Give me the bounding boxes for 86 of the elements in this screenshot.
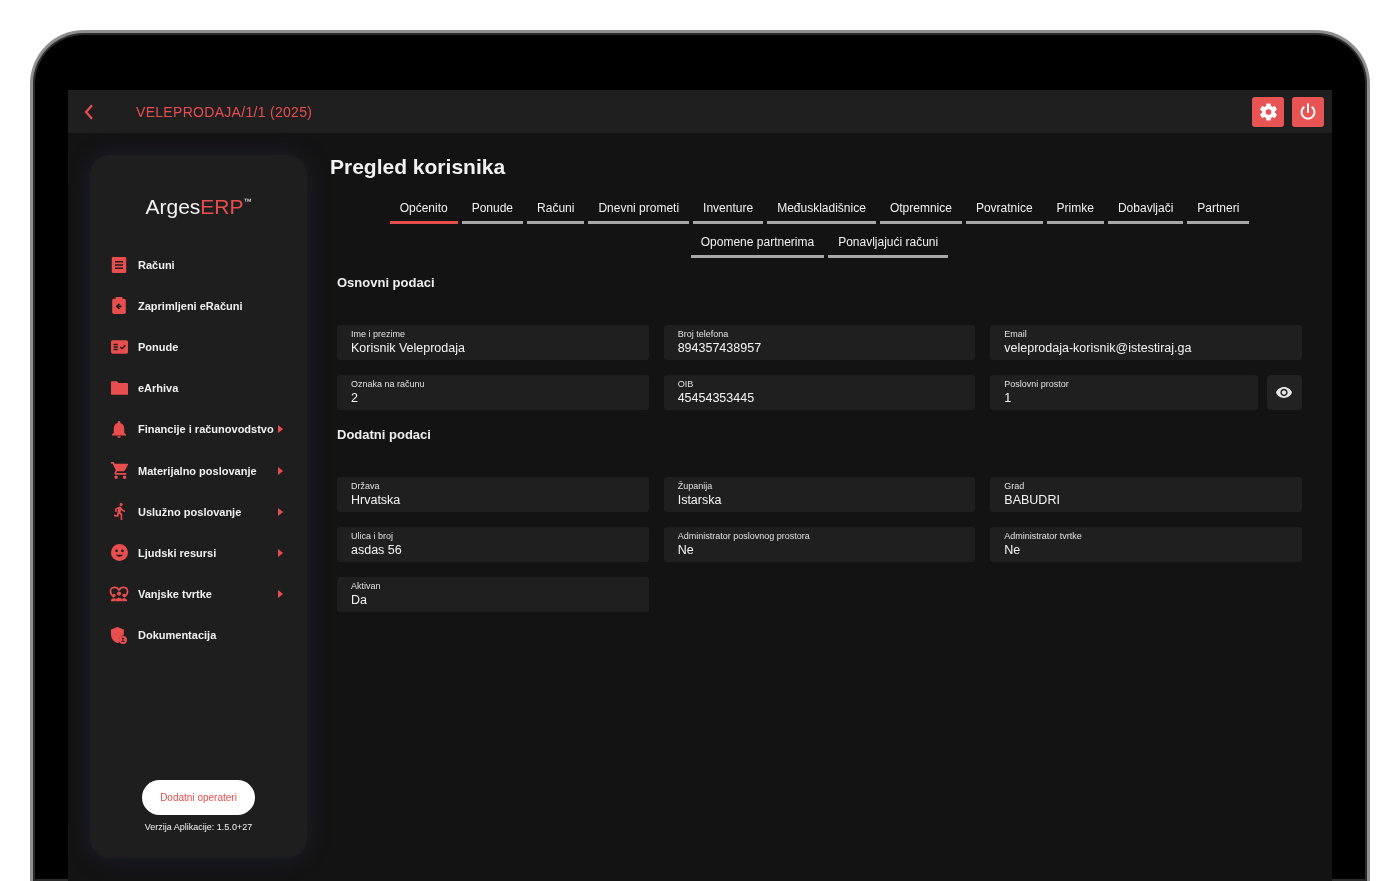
smiley-icon xyxy=(110,544,128,562)
nav-item[interactable]: Financije i računovodstvo xyxy=(90,408,307,450)
field-value: Istarska xyxy=(677,492,723,508)
nav-item[interactable]: Vanjske tvrtke xyxy=(90,573,307,615)
nav-item[interactable]: Zaprimljeni eRačuni xyxy=(90,285,307,327)
field-label: Email xyxy=(1004,329,1028,340)
field-label: Administrator tvrtke xyxy=(1004,531,1083,542)
version-text: Verzija Aplikacije: 1.5.0+27 xyxy=(144,822,253,833)
nav-item[interactable]: Materijalno poslovanje xyxy=(90,449,307,492)
field-value: BABUDRI xyxy=(1004,492,1061,508)
folder-icon xyxy=(110,381,128,396)
field-label: Poslovni prostor xyxy=(1004,379,1070,390)
tab[interactable]: Otpremnice xyxy=(879,197,962,224)
tab[interactable]: Ponavljajući računi xyxy=(828,231,949,258)
nav-item[interactable]: Dokumentacija xyxy=(90,614,307,656)
field-label: Aktivan xyxy=(351,581,382,592)
tab[interactable]: Povratnice xyxy=(965,197,1043,224)
text-field[interactable]: Administrator poslovnog prostora Ne xyxy=(663,527,976,562)
people-group-icon xyxy=(109,586,129,603)
field-label: Broj telefona xyxy=(677,329,730,340)
text-field[interactable]: Grad BABUDRI xyxy=(990,477,1302,512)
eye-icon xyxy=(1276,387,1293,398)
field-label: OIB xyxy=(677,379,695,390)
field-value: asdas 56 xyxy=(351,542,403,558)
settings-button[interactable] xyxy=(1252,96,1284,127)
shield-user-icon xyxy=(111,626,127,644)
field-value: 2 xyxy=(351,390,359,406)
nav-item[interactable]: Računi xyxy=(90,244,307,286)
text-field[interactable]: Administrator tvrtke Ne xyxy=(990,527,1302,562)
nav-item[interactable]: eArhiva xyxy=(90,367,307,409)
field-value: veleprodaja-korisnik@istestiraj.ga xyxy=(1004,340,1193,356)
field-value: Korisnik Veleprodaja xyxy=(351,340,466,356)
back-button[interactable] xyxy=(84,103,94,120)
field-value: Hrvatska xyxy=(351,492,402,508)
tab[interactable]: Općenito xyxy=(389,197,458,224)
tab[interactable]: Primke xyxy=(1046,197,1104,224)
tab[interactable]: Inventure xyxy=(693,197,764,224)
text-field[interactable]: Broj telefona 894357438957 xyxy=(663,325,976,360)
app-logo: ArgesERP$^{™}$ xyxy=(145,195,252,219)
text-field[interactable]: Ime i prezime Korisnik Veleprodaja xyxy=(337,325,649,360)
text-field[interactable]: Ulica i broj asdas 56 xyxy=(337,527,649,562)
nav-item[interactable]: Ponude xyxy=(90,326,307,368)
field-label: Ime i prezime xyxy=(351,329,406,340)
settings-icon xyxy=(1259,102,1277,121)
text-field[interactable]: Država Hrvatska xyxy=(337,477,649,512)
field-value: Ne xyxy=(1004,542,1022,558)
text-field[interactable]: Oznaka na računu 2 xyxy=(337,375,649,410)
field-value: Ne xyxy=(677,542,695,558)
field-value: 1 xyxy=(1004,390,1013,406)
power-icon xyxy=(1300,102,1316,121)
field-label: Administrator poslovnog prostora xyxy=(677,531,811,542)
power-button[interactable] xyxy=(1292,96,1324,127)
tab[interactable]: Računi xyxy=(527,197,585,224)
section-title: Dodatni podaci xyxy=(337,427,431,443)
text-field[interactable]: Email veleprodaja-korisnik@istestiraj.ga xyxy=(990,325,1302,360)
field-label: Grad xyxy=(1004,481,1026,492)
field-label: Ulica i broj xyxy=(351,531,394,542)
field-value: 45454353445 xyxy=(677,390,756,406)
tab[interactable]: Ponude xyxy=(461,197,524,224)
field-value: 894357438957 xyxy=(677,340,763,356)
tab[interactable]: Dnevni prometi xyxy=(588,197,690,224)
checklist-icon xyxy=(110,339,128,354)
page-title: Pregled korisnika xyxy=(330,155,506,179)
tab[interactable]: Partneri xyxy=(1187,197,1250,224)
field-label: Država xyxy=(351,481,381,492)
reveal-button[interactable] xyxy=(1267,375,1302,410)
cart-icon xyxy=(110,462,128,480)
field-label: Oznaka na računu xyxy=(351,379,426,390)
runner-icon xyxy=(113,503,125,521)
document-title: VELEPRODAJA/1/1 (2025) xyxy=(136,103,313,120)
operators-button[interactable]: Dodatni operateri xyxy=(142,780,255,815)
text-field[interactable]: OIB 45454353445 xyxy=(663,375,976,410)
tab[interactable]: Dobavljači xyxy=(1107,197,1184,224)
text-field[interactable]: Poslovni prostor 1 xyxy=(990,375,1258,410)
field-label: Županija xyxy=(677,481,714,492)
text-field[interactable]: Aktivan Da xyxy=(337,577,649,612)
nav-item[interactable]: Ljudski resursi xyxy=(90,532,307,574)
tab[interactable]: Opomene partnerima xyxy=(690,231,825,258)
text-field[interactable]: Županija Istarska xyxy=(663,477,976,512)
bell-icon xyxy=(112,420,126,438)
section-title: Osnovni podaci xyxy=(337,275,435,291)
list-icon xyxy=(111,256,127,273)
nav-item[interactable]: Uslužno poslovanje xyxy=(90,491,307,533)
tab[interactable]: Međuskladišnice xyxy=(767,197,876,224)
field-value: Da xyxy=(351,592,368,608)
chevron-left-icon xyxy=(84,103,94,120)
